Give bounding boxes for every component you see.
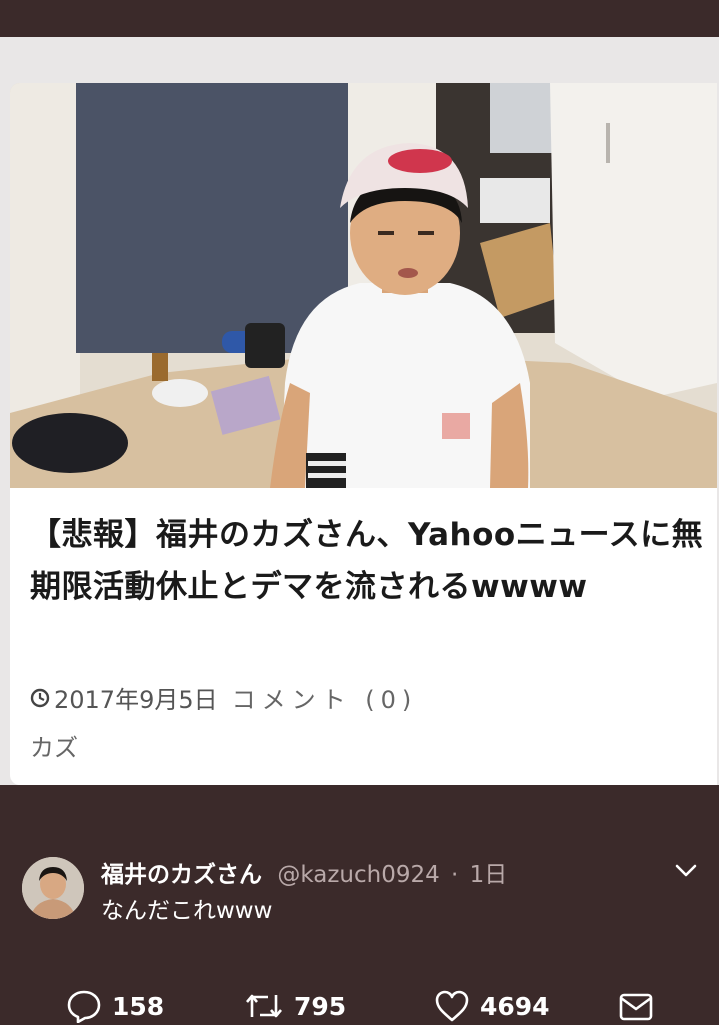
chevron-down-icon[interactable] [674,863,698,879]
article-date: 2017年9月5日 [54,686,218,714]
tweet-display-name[interactable]: 福井のカズさん [101,862,262,888]
tweet-handle[interactable]: @kazuch0924 [277,862,439,888]
avatar-image [22,857,84,919]
tweet[interactable]: 福井のカズさん @kazuch0924 · 1日 なんだこれwww 158 79… [0,785,719,1024]
like-button[interactable]: 4694 [434,989,550,1023]
tweet-timestamp[interactable]: 1日 [470,862,508,888]
article-photo[interactable] [10,83,717,488]
tweet-actions: 158 795 4694 [0,985,719,1025]
retweet-icon [246,994,282,1018]
article-card-container: 【悲報】福井のカズさん、Yahooニュースに無期限活動休止とデマを流されるwww… [0,37,719,785]
heart-icon [435,990,469,1022]
retweet-count: 795 [294,991,347,1021]
like-count: 4694 [480,991,550,1021]
reply-button[interactable]: 158 [66,989,164,1023]
mail-icon [619,993,653,1021]
retweet-button[interactable]: 795 [244,989,346,1023]
message-button[interactable] [618,989,654,1023]
article-comments-count[interactable]: コメント (0) [232,680,418,715]
article-category[interactable]: カズ [30,728,78,763]
article-photo-illustration [10,83,717,488]
avatar[interactable] [22,857,84,919]
article-card[interactable]: 【悲報】福井のカズさん、Yahooニュースに無期限活動休止とデマを流されるwww… [10,83,717,785]
clock-icon [30,688,50,707]
article-meta: 2017年9月5日 コメント (0) [30,680,417,715]
tweet-text: なんだこれwww [101,898,273,924]
reply-count: 158 [112,991,165,1021]
article-headline[interactable]: 【悲報】福井のカズさん、Yahooニュースに無期限活動休止とデマを流されるwww… [30,509,710,613]
tweet-separator: · [451,862,459,888]
tweet-header: 福井のカズさん @kazuch0924 · 1日 [101,855,507,889]
reply-icon [67,990,101,1023]
